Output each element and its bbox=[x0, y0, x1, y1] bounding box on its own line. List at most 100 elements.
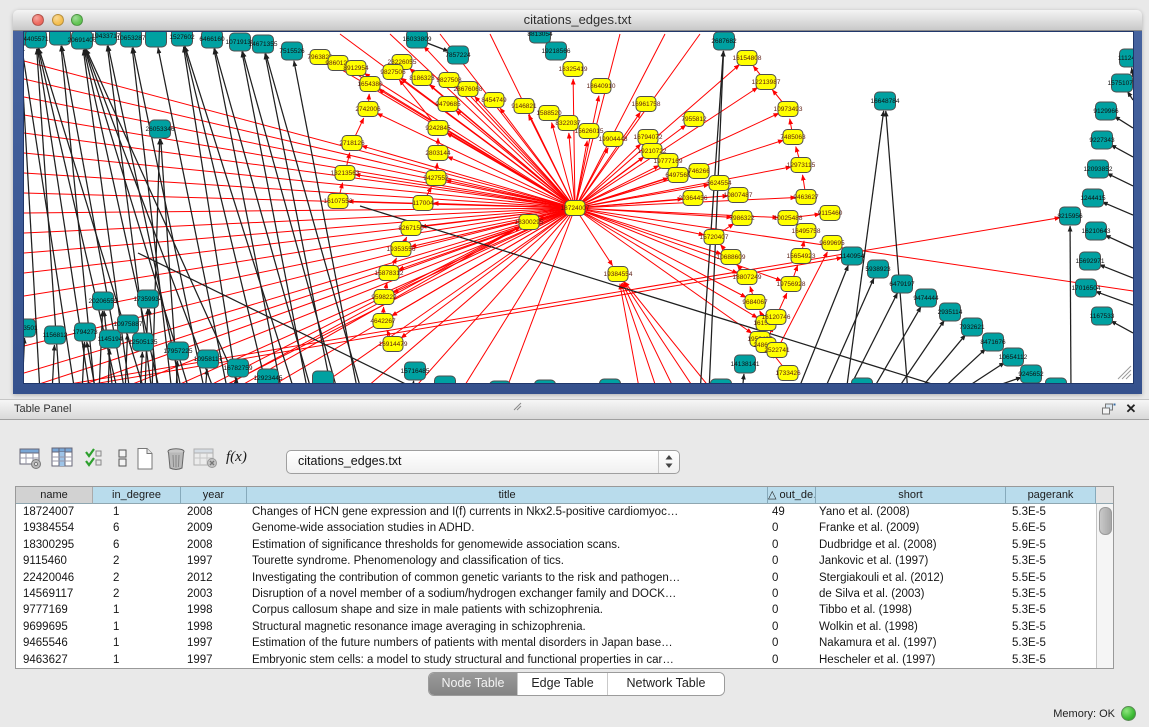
graph-node-label: 9146821 bbox=[511, 103, 537, 110]
graph-node[interactable] bbox=[852, 378, 873, 383]
cell-pagerank: 5.3E-5 bbox=[1006, 586, 1096, 602]
cell-short: Nakamura et al. (1997) bbox=[816, 635, 1006, 651]
graph-node-label: 10688609 bbox=[717, 254, 746, 261]
table-row[interactable]: 1456911722003Disruption of a novel membe… bbox=[16, 586, 1113, 602]
graph-node-label: 10807487 bbox=[724, 192, 753, 199]
close-panel-icon[interactable]: ✕ bbox=[1124, 402, 1138, 416]
column-header-title[interactable]: title bbox=[247, 487, 768, 504]
graph-node-label: 9474444 bbox=[913, 295, 939, 302]
graph-node[interactable] bbox=[535, 380, 556, 383]
graph-node-label: 19777169 bbox=[654, 158, 683, 165]
graph-node-label: 7986322 bbox=[729, 215, 755, 222]
table-row[interactable]: 969969511998Structural magnetic resonanc… bbox=[16, 619, 1113, 635]
graph-node-label: 13213563 bbox=[331, 170, 360, 177]
graph-node[interactable] bbox=[435, 376, 456, 383]
cell-title: Genome-wide association studies in ADHD. bbox=[247, 520, 768, 536]
graph-node-label: 15716485 bbox=[401, 368, 430, 375]
vertical-scrollbar[interactable] bbox=[1096, 504, 1113, 668]
graph-node-label: 16495758 bbox=[792, 228, 821, 235]
graph-node-label: 10975887 bbox=[114, 321, 143, 328]
window-titlebar[interactable]: citations_edges.txt bbox=[13, 10, 1142, 31]
memory-ok-indicator[interactable] bbox=[1121, 706, 1136, 721]
network-window: citations_edges.txt 18724007183002951938… bbox=[13, 10, 1142, 394]
tab-node-table[interactable]: Node Table bbox=[429, 673, 518, 695]
column-header-year[interactable]: year bbox=[181, 487, 247, 504]
graph-node-label: 7515526 bbox=[279, 48, 305, 55]
graph-node[interactable] bbox=[1046, 378, 1067, 383]
graph-node-label: 9115460 bbox=[818, 210, 843, 217]
delete-table-button-disabled[interactable] bbox=[193, 447, 219, 470]
cell-out_de: 0 bbox=[768, 570, 816, 586]
graph-node-label: 9479685 bbox=[435, 101, 461, 108]
graph-node-label: 12213987 bbox=[752, 79, 781, 86]
network-canvas[interactable]: 1872400718300295193845547963822986012889… bbox=[24, 32, 1133, 383]
graph-node-label: 15751074 bbox=[1108, 80, 1133, 87]
graph-node-label: 7955812 bbox=[681, 116, 707, 123]
graph-node-label: 1156812 bbox=[43, 332, 68, 339]
table-row[interactable]: 977716911998Corpus callosum shape and si… bbox=[16, 602, 1113, 618]
cell-year: 2003 bbox=[181, 586, 247, 602]
cell-name: 14569117 bbox=[16, 586, 93, 602]
graph-node-label: 16210643 bbox=[1082, 228, 1111, 235]
new-file-button[interactable] bbox=[134, 447, 156, 471]
table-row[interactable]: 2242004622012Investigating the contribut… bbox=[16, 570, 1113, 586]
graph-node-label: 1145194 bbox=[98, 336, 123, 343]
delete-button[interactable] bbox=[165, 447, 189, 471]
graph-node[interactable] bbox=[711, 379, 732, 383]
column-header-short[interactable]: short bbox=[816, 487, 1006, 504]
graph-node-label: 18724007 bbox=[561, 205, 590, 212]
graph-node-label: 14138141 bbox=[731, 361, 760, 368]
row-height-button[interactable] bbox=[116, 447, 130, 470]
status-bar: Memory: OK bbox=[1053, 706, 1136, 721]
graph-node[interactable] bbox=[490, 381, 511, 383]
table-mode-tabs: Node TableEdge TableNetwork Table bbox=[428, 672, 725, 696]
table-selector-dropdown[interactable]: citations_edges.txt bbox=[286, 450, 680, 474]
table-row[interactable]: 946554611997Estimation of the future num… bbox=[16, 635, 1113, 651]
table-row[interactable]: 1872400712008Changes of HCN gene express… bbox=[16, 504, 1113, 520]
cell-title: Corpus callosum shape and size in male p… bbox=[247, 602, 768, 618]
table-row[interactable]: 1830029562008Estimation of significance … bbox=[16, 537, 1113, 553]
graph-node-label: 18300295 bbox=[515, 219, 544, 226]
graph-node-label: 1654380 bbox=[357, 81, 383, 88]
graph-node-label: 15692971 bbox=[1076, 258, 1105, 265]
table-row[interactable]: 911546021997Tourette syndrome. Phenomeno… bbox=[16, 553, 1113, 569]
graph-node-label: 17359934 bbox=[134, 296, 163, 303]
show-columns-button[interactable] bbox=[51, 447, 75, 470]
scrollbar-thumb[interactable] bbox=[1099, 507, 1112, 535]
graph-node-label: 7857224 bbox=[445, 52, 471, 59]
graph-node-label: 16794072 bbox=[634, 134, 663, 141]
cell-pagerank: 5.9E-5 bbox=[1006, 537, 1096, 553]
cell-short: de Silva et al. (2003) bbox=[816, 586, 1006, 602]
graph-node-label: 6479197 bbox=[889, 281, 915, 288]
cell-in_degree: 1 bbox=[93, 602, 181, 618]
graph-node-label: 16107553 bbox=[324, 198, 353, 205]
tab-network-table[interactable]: Network Table bbox=[608, 673, 724, 695]
cell-pagerank: 5.3E-5 bbox=[1006, 619, 1096, 635]
function-builder-button[interactable]: f(x) bbox=[226, 449, 247, 466]
cell-pagerank: 5.3E-5 bbox=[1006, 553, 1096, 569]
table-settings-button[interactable] bbox=[19, 447, 43, 470]
column-header-in_degree[interactable]: in_degree bbox=[93, 487, 181, 504]
cell-year: 1997 bbox=[181, 553, 247, 569]
tab-edge-table[interactable]: Edge Table bbox=[518, 673, 608, 695]
graph-node-label: 2935114 bbox=[938, 309, 963, 316]
graph-node-label: 16033809 bbox=[403, 36, 432, 43]
graph-node[interactable] bbox=[600, 379, 621, 383]
column-header-pagerank[interactable]: pagerank bbox=[1006, 487, 1096, 504]
table-row[interactable]: 946362711997Embryonic stem cells: a mode… bbox=[16, 652, 1113, 668]
graph-node-label: 2718126 bbox=[339, 140, 365, 147]
graph-node-label: 12923445 bbox=[254, 375, 283, 382]
float-panel-icon[interactable] bbox=[1101, 403, 1116, 416]
graph-node[interactable] bbox=[146, 32, 167, 47]
graph-node[interactable] bbox=[313, 371, 334, 383]
cell-name: 19384554 bbox=[16, 520, 93, 536]
cell-in_degree: 2 bbox=[93, 570, 181, 586]
select-rows-button[interactable] bbox=[84, 447, 104, 470]
column-header-out_de[interactable]: △ out_de… bbox=[768, 487, 816, 504]
canvas-resize-grip[interactable] bbox=[1118, 366, 1131, 379]
table-header-row: namein_degreeyeartitle△ out_de…shortpage… bbox=[16, 487, 1113, 504]
split-grip-icon[interactable] bbox=[513, 402, 523, 411]
table-row[interactable]: 1938455462009Genome-wide association stu… bbox=[16, 520, 1113, 536]
graph-node-label: 8215956 bbox=[1057, 213, 1083, 220]
column-header-name[interactable]: name bbox=[16, 487, 93, 504]
